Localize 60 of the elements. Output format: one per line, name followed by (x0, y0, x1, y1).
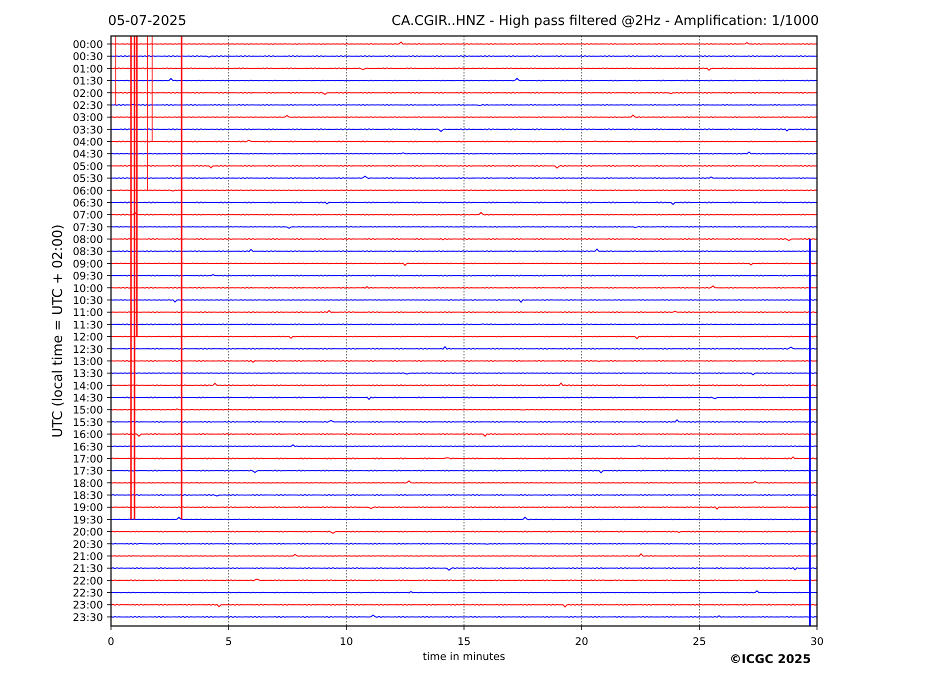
time-label: 07:30 (72, 222, 103, 234)
time-label: 06:00 (72, 185, 103, 198)
x-tick-label: 10 (340, 636, 354, 648)
time-label: 17:00 (72, 453, 103, 466)
chart-title: CA.CGIR..HNZ - High pass filtered @2Hz - Amplification: 1/1000 (392, 13, 819, 29)
copyright-label: ©ICGC 2025 (729, 652, 811, 666)
y-axis-label: UTC (local time = UTC + 02:00) (50, 224, 66, 438)
time-label: 01:00 (72, 63, 103, 76)
time-label: 11:00 (72, 307, 103, 320)
time-label: 08:00 (72, 234, 103, 246)
time-label: 14:30 (72, 392, 103, 404)
time-label: 13:30 (72, 368, 103, 380)
time-label: 15:00 (72, 404, 103, 417)
x-tick-label: 20 (574, 636, 588, 648)
time-label: 16:00 (72, 429, 103, 442)
x-tick-label: 25 (692, 636, 706, 648)
time-label: 00:00 (72, 39, 103, 51)
time-label: 23:30 (72, 612, 103, 624)
time-label: 12:00 (72, 332, 103, 344)
time-label: 04:30 (72, 148, 103, 161)
time-label: 01:30 (72, 76, 103, 88)
time-label: 11:30 (72, 319, 103, 332)
time-label: 17:30 (72, 466, 103, 478)
time-label: 13:00 (72, 356, 103, 368)
time-label: 22:00 (72, 575, 103, 588)
x-tick-label: 5 (225, 636, 232, 648)
time-label: 10:30 (72, 295, 103, 307)
time-label: 16:30 (72, 441, 103, 454)
time-label: 02:30 (72, 100, 103, 112)
time-label: 20:00 (72, 526, 103, 539)
x-tick-label: 0 (108, 636, 114, 648)
time-label: 00:30 (72, 51, 103, 64)
date-label: 05-07-2025 (108, 13, 186, 29)
time-label: 03:30 (72, 124, 103, 136)
time-label: 09:00 (72, 258, 103, 270)
time-label: 05:30 (72, 173, 103, 186)
time-label: 20:30 (72, 538, 103, 551)
time-label: 03:00 (72, 112, 103, 124)
x-tick-label: 30 (810, 636, 824, 648)
time-label: 09:30 (72, 270, 103, 283)
time-label: 19:00 (72, 502, 103, 514)
time-label: 12:30 (72, 344, 103, 356)
time-label: 10:00 (72, 282, 103, 295)
time-label: 15:30 (72, 416, 103, 429)
x-axis-label: time in minutes (422, 651, 506, 663)
time-label: 21:00 (72, 550, 103, 563)
time-label: 19:30 (72, 514, 103, 526)
time-label: 14:00 (72, 380, 103, 392)
time-label: 07:00 (72, 210, 103, 222)
time-label: 21:30 (72, 563, 103, 576)
time-label: 04:00 (72, 136, 103, 149)
time-label: 22:30 (72, 588, 103, 600)
time-label: 23:00 (72, 600, 103, 612)
time-label: 08:30 (72, 246, 103, 258)
time-label: 18:00 (72, 478, 103, 490)
time-label: 06:30 (72, 197, 103, 210)
time-label: 02:00 (72, 88, 103, 100)
time-label: 18:30 (72, 490, 103, 502)
x-tick-label: 15 (457, 636, 471, 648)
time-label: 05:00 (72, 160, 103, 173)
